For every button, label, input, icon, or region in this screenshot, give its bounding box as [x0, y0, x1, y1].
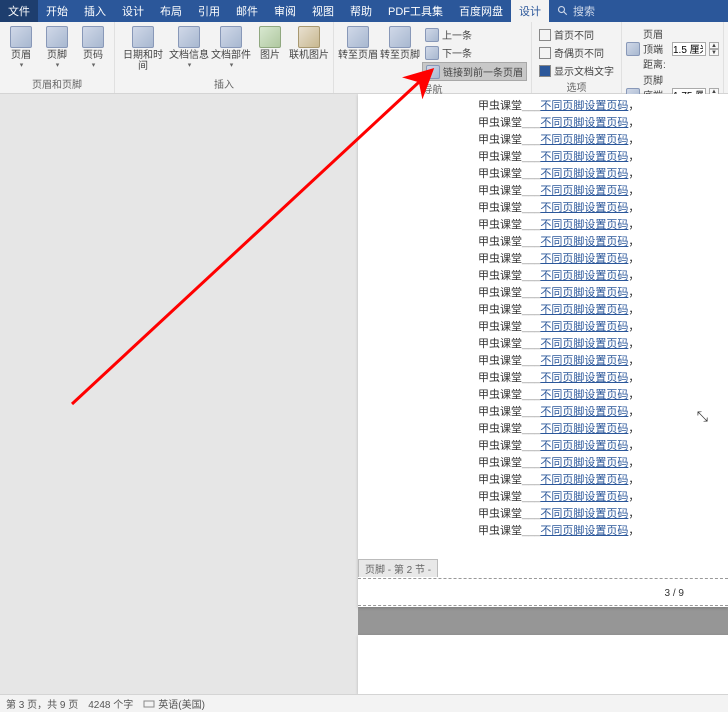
search-placeholder: 搜索 — [573, 3, 595, 19]
search-box[interactable]: 搜索 — [557, 3, 595, 19]
menu-help[interactable]: 帮助 — [342, 0, 380, 22]
content-lines: 甲虫课堂___不同页脚设置页码，甲虫课堂___不同页脚设置页码，甲虫课堂___不… — [358, 94, 728, 540]
header-top-spinner[interactable]: 页眉顶端距离: ▲▼ — [626, 26, 719, 71]
datetime-button[interactable]: 日期和时间 — [119, 24, 167, 72]
menu-design-hf[interactable]: 设计 — [511, 0, 549, 22]
menubar: 文件 开始 插入 设计 布局 引用 邮件 审阅 视图 帮助 PDF工具集 百度网… — [0, 0, 728, 22]
content-line: 甲虫课堂___不同页脚设置页码， — [478, 200, 688, 217]
search-icon — [557, 5, 569, 17]
content-line: 甲虫课堂___不同页脚设置页码， — [478, 472, 688, 489]
spin-down-icon[interactable]: ▼ — [709, 49, 719, 56]
menu-view[interactable]: 视图 — [304, 0, 342, 22]
page-number-button[interactable]: 页码▾ — [76, 24, 110, 69]
prev-button[interactable]: 上一条 — [422, 26, 527, 43]
goto-footer-button[interactable]: 转至页脚 — [380, 24, 420, 61]
menu-baidu[interactable]: 百度网盘 — [451, 0, 511, 22]
online-picture-button[interactable]: 联机图片 — [289, 24, 329, 61]
status-word-count[interactable]: 4248 个字 — [88, 696, 133, 711]
group-close: ✕ 关闭 页眉和 关闭 — [724, 22, 728, 93]
content-line: 甲虫课堂___不同页脚设置页码， — [478, 149, 688, 166]
group-header-footer: 页眉▾ 页脚▾ 页码▾ 页眉和页脚 — [0, 22, 115, 93]
menu-references[interactable]: 引用 — [190, 0, 228, 22]
doc-info-button[interactable]: 文档信息▾ — [169, 24, 209, 69]
content-line: 甲虫课堂___不同页脚设置页码， — [478, 455, 688, 472]
content-line: 甲虫课堂___不同页脚设置页码， — [478, 387, 688, 404]
group-label: 插入 — [119, 76, 329, 93]
content-line: 甲虫课堂___不同页脚设置页码， — [478, 132, 688, 149]
page-next[interactable] — [358, 635, 728, 694]
show-doc-text-checkbox[interactable]: 显示文档文字 — [536, 62, 617, 79]
quick-parts-button[interactable]: 文档部件▾ — [211, 24, 251, 69]
group-navigation: 转至页眉 转至页脚 上一条 下一条 链接到前一条页眉 导航 — [334, 22, 532, 93]
content-line: 甲虫课堂___不同页脚设置页码， — [478, 421, 688, 438]
footer-button[interactable]: 页脚▾ — [40, 24, 74, 69]
content-line: 甲虫课堂___不同页脚设置页码， — [478, 234, 688, 251]
spin-up-icon[interactable]: ▲ — [709, 42, 719, 49]
content-line: 甲虫课堂___不同页脚设置页码， — [478, 166, 688, 183]
content-line: 甲虫课堂___不同页脚设置页码， — [478, 115, 688, 132]
next-button[interactable]: 下一条 — [422, 44, 527, 61]
menu-review[interactable]: 审阅 — [266, 0, 304, 22]
content-line: 甲虫课堂___不同页脚设置页码， — [478, 319, 688, 336]
content-line: 甲虫课堂___不同页脚设置页码， — [478, 98, 688, 115]
menu-file[interactable]: 文件 — [0, 0, 38, 22]
content-line: 甲虫课堂___不同页脚设置页码， — [478, 285, 688, 302]
group-position: 页眉顶端距离: ▲▼ 页脚底端距离: ▲▼ 插入对齐制表位 位置 — [622, 22, 724, 93]
content-line: 甲虫课堂___不同页脚设置页码， — [478, 370, 688, 387]
status-language[interactable]: 英语(美国) — [143, 696, 205, 711]
left-gutter — [0, 94, 358, 694]
language-icon — [143, 698, 155, 710]
footer-line — [358, 578, 728, 579]
content-line: 甲虫课堂___不同页脚设置页码， — [478, 523, 688, 540]
content-line: 甲虫课堂___不同页脚设置页码， — [478, 217, 688, 234]
link-previous-button[interactable]: 链接到前一条页眉 — [422, 62, 527, 81]
content-line: 甲虫课堂___不同页脚设置页码， — [478, 336, 688, 353]
content-line: 甲虫课堂___不同页脚设置页码， — [478, 506, 688, 523]
goto-header-button[interactable]: 转至页眉 — [338, 24, 378, 61]
menu-layout[interactable]: 布局 — [152, 0, 190, 22]
header-top-input[interactable] — [672, 42, 706, 56]
content-line: 甲虫课堂___不同页脚设置页码， — [478, 268, 688, 285]
menu-design[interactable]: 设计 — [114, 0, 152, 22]
menu-insert[interactable]: 插入 — [76, 0, 114, 22]
ribbon: 页眉▾ 页脚▾ 页码▾ 页眉和页脚 日期和时间 文档信息▾ 文档部件▾ 图片 联… — [0, 22, 728, 94]
page[interactable]: 甲虫课堂___不同页脚设置页码，甲虫课堂___不同页脚设置页码，甲虫课堂___不… — [358, 94, 728, 607]
content-line: 甲虫课堂___不同页脚设置页码， — [478, 302, 688, 319]
content-line: 甲虫课堂___不同页脚设置页码， — [478, 353, 688, 370]
group-label: 页眉和页脚 — [4, 76, 110, 93]
content-line: 甲虫课堂___不同页脚设置页码， — [478, 438, 688, 455]
first-page-diff-checkbox[interactable]: 首页不同 — [536, 26, 617, 43]
content-line: 甲虫课堂___不同页脚设置页码， — [478, 183, 688, 200]
group-options: 首页不同 奇偶页不同 显示文档文字 选项 — [532, 22, 622, 93]
document-area: 甲虫课堂___不同页脚设置页码，甲虫课堂___不同页脚设置页码，甲虫课堂___不… — [0, 94, 728, 694]
picture-button[interactable]: 图片 — [253, 24, 287, 61]
odd-even-diff-checkbox[interactable]: 奇偶页不同 — [536, 44, 617, 61]
page-wrap: 甲虫课堂___不同页脚设置页码，甲虫课堂___不同页脚设置页码，甲虫课堂___不… — [358, 94, 728, 694]
content-line: 甲虫课堂___不同页脚设置页码， — [478, 489, 688, 506]
content-line: 甲虫课堂___不同页脚设置页码， — [478, 404, 688, 421]
menu-home[interactable]: 开始 — [38, 0, 76, 22]
group-insert: 日期和时间 文档信息▾ 文档部件▾ 图片 联机图片 插入 — [115, 22, 334, 93]
page-number-display: 3 / 9 — [665, 588, 684, 599]
cursor-icon: ⤡ — [697, 408, 708, 425]
statusbar: 第 3 页，共 9 页 4248 个字 英语(美国) — [0, 694, 728, 712]
status-page[interactable]: 第 3 页，共 9 页 — [6, 696, 78, 711]
menu-pdf[interactable]: PDF工具集 — [380, 0, 451, 22]
footer-section-tab: 页脚 - 第 2 节 - — [358, 559, 438, 577]
content-line: 甲虫课堂___不同页脚设置页码， — [478, 251, 688, 268]
footer-line2 — [358, 605, 728, 606]
header-button[interactable]: 页眉▾ — [4, 24, 38, 69]
menu-mailings[interactable]: 邮件 — [228, 0, 266, 22]
